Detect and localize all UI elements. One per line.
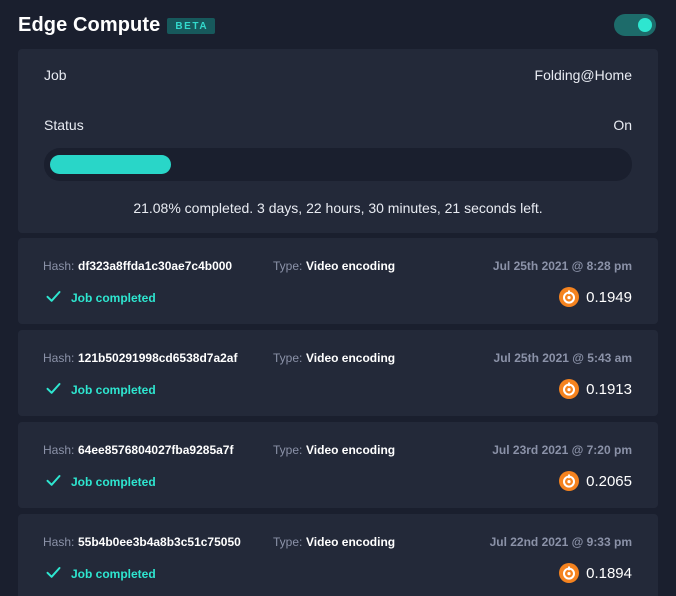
edge-compute-app: Edge Compute BETA Job Folding@Home Statu… xyxy=(0,0,676,596)
job-card[interactable]: Hash: 55b4b0ee3b4a8b3c51c75050 Type: Video … xyxy=(18,514,658,596)
edge-compute-toggle[interactable] xyxy=(614,14,656,36)
hash-value: 55b4b0ee3b4a8b3c51c75050 xyxy=(78,535,241,549)
check-icon xyxy=(46,291,61,302)
job-card[interactable]: Hash: df323a8ffda1c30ae7c4b000 Type: Video … xyxy=(18,238,658,324)
hash-label: Hash: xyxy=(43,535,75,549)
progress-fill xyxy=(50,155,171,174)
progress-text: 21.08% completed. 3 days, 22 hours, 30 m… xyxy=(133,200,543,216)
hash-value: 64ee8576804027fba9285a7f xyxy=(78,443,234,457)
coin-icon xyxy=(559,379,580,399)
status-value: On xyxy=(613,117,632,133)
reward: 0.2065 xyxy=(559,470,632,492)
reward: 0.1894 xyxy=(559,562,632,584)
hash-value: df323a8ffda1c30ae7c4b000 xyxy=(78,259,233,273)
hash-value: 121b50291998cd6538d7a2af xyxy=(78,351,238,365)
coin-icon xyxy=(559,563,580,583)
job-status: Job completed xyxy=(71,291,156,305)
job-value: Folding@Home xyxy=(534,67,632,83)
job-status: Job completed xyxy=(71,567,156,581)
job-date: Jul 23rd 2021 @ 7:20 pm xyxy=(492,443,632,457)
check-icon xyxy=(46,567,61,578)
reward-amount: 0.1949 xyxy=(586,288,632,306)
progress-bar xyxy=(44,148,632,181)
job-card[interactable]: Hash: 121b50291998cd6538d7a2af Type: Video … xyxy=(18,330,658,416)
check-icon xyxy=(46,383,61,394)
hash-label: Hash: xyxy=(43,259,75,273)
coin-icon xyxy=(559,471,580,491)
reward-amount: 0.1894 xyxy=(586,564,632,582)
type-label: Type: xyxy=(273,535,303,549)
type-value: Video encoding xyxy=(306,443,396,457)
hash-label: Hash: xyxy=(43,351,75,365)
type-value: Video encoding xyxy=(306,259,396,273)
current-job-panel: Job Folding@Home Status On 21.08% comple… xyxy=(18,49,658,233)
reward-amount: 0.1913 xyxy=(586,380,632,398)
type-label: Type: xyxy=(273,259,303,273)
job-label: Job xyxy=(44,67,67,83)
coin-icon xyxy=(559,287,580,307)
job-status: Job completed xyxy=(71,383,156,397)
reward: 0.1949 xyxy=(559,286,632,308)
reward: 0.1913 xyxy=(559,378,632,400)
job-card[interactable]: Hash: 64ee8576804027fba9285a7f Type: Video … xyxy=(18,422,658,508)
type-label: Type: xyxy=(273,351,303,365)
header: Edge Compute BETA xyxy=(18,10,658,40)
job-date: Jul 25th 2021 @ 8:28 pm xyxy=(492,259,632,273)
type-label: Type: xyxy=(273,443,303,457)
type-value: Video encoding xyxy=(306,351,396,365)
job-date: Jul 22nd 2021 @ 9:33 pm xyxy=(489,535,632,549)
reward-amount: 0.2065 xyxy=(586,472,632,490)
check-icon xyxy=(46,475,61,486)
beta-badge: BETA xyxy=(167,17,216,34)
type-value: Video encoding xyxy=(306,535,396,549)
job-status: Job completed xyxy=(71,475,156,489)
page-title: Edge Compute xyxy=(18,13,161,36)
hash-label: Hash: xyxy=(43,443,75,457)
job-date: Jul 25th 2021 @ 5:43 am xyxy=(493,351,632,365)
toggle-knob xyxy=(638,18,652,32)
status-label: Status xyxy=(44,117,84,133)
